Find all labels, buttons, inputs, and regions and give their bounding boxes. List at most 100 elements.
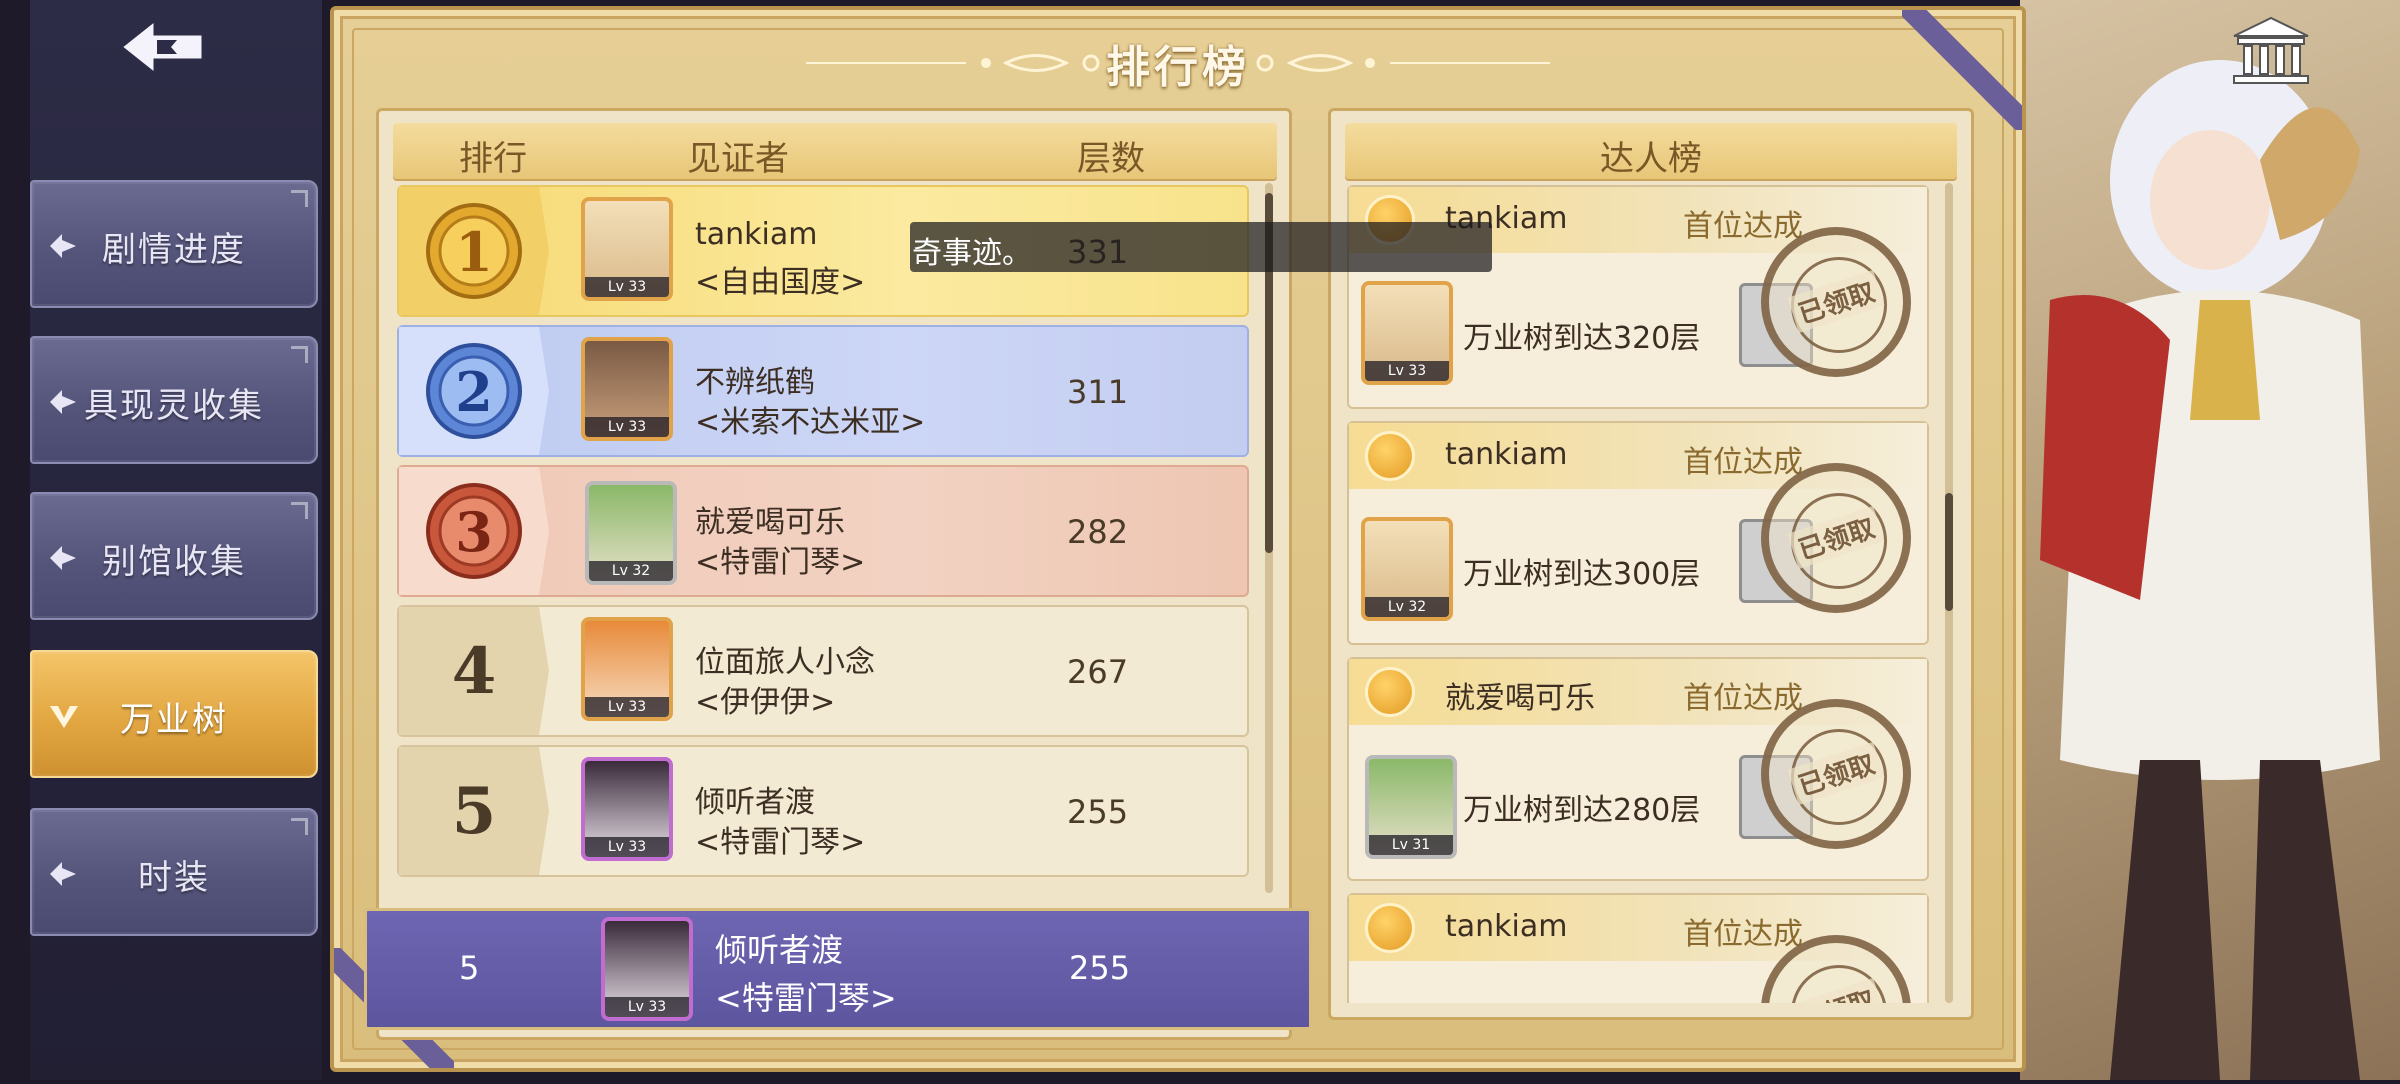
claimed-stamp: 已领取	[1761, 227, 1911, 377]
scrollbar-thumb[interactable]	[1945, 493, 1953, 611]
avatar-level: Lv 33	[1365, 361, 1449, 381]
avatar[interactable]: Lv 33	[581, 757, 673, 861]
nav-item-world-tree[interactable]: 万业树	[30, 650, 318, 778]
nav-label: 剧情进度	[102, 230, 246, 270]
nav-label: 具现灵收集	[84, 386, 264, 426]
claimed-stamp: 已领取	[1761, 699, 1911, 849]
corner-ornament	[291, 190, 308, 207]
avatar[interactable]: Lv 32	[585, 481, 677, 585]
first-achieved-label: 首位达成	[1683, 917, 1803, 952]
first-achieved-label: 首位达成	[1683, 209, 1803, 244]
back-arrow-icon	[118, 16, 205, 78]
player-name: 位面旅人小念	[695, 645, 875, 680]
search-icon[interactable]	[1365, 903, 1415, 953]
player-name: tankiam	[695, 217, 818, 252]
achiever-name: tankiam	[1445, 909, 1568, 944]
achievers-header: 达人榜	[1345, 123, 1957, 179]
header-floors: 层数	[1077, 139, 1145, 179]
achievers-title: 达人榜	[1600, 139, 1702, 179]
player-floors: 267	[1067, 653, 1129, 691]
bronze-medal-icon: 3	[426, 483, 522, 579]
svg-text:2: 2	[455, 360, 493, 424]
stamp-text: 已领取	[1787, 741, 1885, 806]
avatar[interactable]: Lv 33	[581, 337, 673, 441]
page-title: 排行榜	[1106, 42, 1250, 93]
achievement-text: 万业树到达320层	[1463, 321, 1701, 356]
avatar-level: Lv 33	[585, 697, 669, 717]
rank-badge: 5	[399, 747, 549, 875]
corner-ornament	[291, 818, 308, 835]
achiever-name: 就爱喝可乐	[1445, 681, 1595, 716]
nav-item-annex-collection[interactable]: 别馆收集	[30, 492, 318, 620]
search-icon[interactable]	[1365, 667, 1415, 717]
avatar-level: Lv 33	[585, 837, 669, 857]
player-floors: 311	[1067, 373, 1129, 411]
avatar-level: Lv 32	[589, 561, 673, 581]
search-icon[interactable]	[1365, 431, 1415, 481]
nav-item-story-progress[interactable]: 剧情进度	[30, 180, 318, 308]
svg-text:1: 1	[455, 220, 493, 284]
achiever-name: tankiam	[1445, 437, 1568, 472]
nav-item-spirit-collection[interactable]: 具现灵收集	[30, 336, 318, 464]
stamp-text: 已领取	[1787, 977, 1885, 1003]
tooltip-text: 奇事迹。	[912, 236, 1032, 271]
character-art-background	[2020, 0, 2400, 1080]
achievement-card[interactable]: tankiam 首位达成 已领取	[1347, 893, 1929, 1003]
my-guild: <特雷门琴>	[715, 979, 897, 1017]
my-rank-row: 5 Lv 33 倾听者渡 <特雷门琴> 255	[364, 908, 1312, 1030]
corner-ornament	[291, 346, 308, 363]
character-illustration	[2040, 60, 2380, 1080]
avatar[interactable]: Lv 31	[1365, 755, 1457, 859]
table-row[interactable]: 3 Lv 32 就爱喝可乐 <特雷门琴> 282	[397, 465, 1249, 597]
achievement-card[interactable]: 就爱喝可乐 首位达成 Lv 31 万业树到达280层 已领取	[1347, 657, 1929, 881]
nav-item-costume[interactable]: 时装	[30, 808, 318, 936]
nav-label: 时装	[138, 858, 210, 898]
svg-text:3: 3	[455, 500, 493, 564]
header-rank: 排行	[459, 139, 527, 179]
corner-ornament	[291, 502, 308, 519]
rank-number: 5	[451, 773, 497, 849]
ranking-scrollbar[interactable]	[1265, 183, 1273, 893]
avatar[interactable]: Lv 32	[1361, 517, 1453, 621]
achievement-card[interactable]: tankiam 首位达成 Lv 33 万业树到达320层 已领取	[1347, 185, 1929, 409]
player-name: 倾听者渡	[695, 785, 815, 820]
player-floors: 282	[1067, 513, 1129, 551]
player-name: 就爱喝可乐	[695, 505, 845, 540]
silver-medal-icon: 2	[426, 343, 522, 439]
player-floors: 255	[1067, 793, 1129, 831]
table-row[interactable]: 4 Lv 33 位面旅人小念 <伊伊伊> 267	[397, 605, 1249, 737]
first-achieved-label: 首位达成	[1683, 681, 1803, 716]
stamp-text: 已领取	[1787, 269, 1885, 334]
rank-badge: 1	[399, 187, 549, 315]
nav-label: 万业树	[120, 700, 228, 740]
player-guild: <伊伊伊>	[695, 685, 836, 720]
avatar[interactable]: Lv 33	[601, 917, 693, 1021]
avatar-level: Lv 32	[1365, 597, 1449, 617]
achievers-list[interactable]: tankiam 首位达成 Lv 33 万业树到达320层 已领取 tankiam…	[1347, 185, 1929, 1003]
my-name: 倾听者渡	[715, 931, 844, 969]
back-button[interactable]	[112, 12, 212, 82]
table-row[interactable]: 5 Lv 33 倾听者渡 <特雷门琴> 255	[397, 745, 1249, 877]
table-row[interactable]: 2 Lv 33 不辨纸鹤 <米索不达米亚> 311	[397, 325, 1249, 457]
claimed-stamp: 已领取	[1761, 463, 1911, 613]
museum-button[interactable]	[2228, 14, 2314, 86]
achievers-scrollbar[interactable]	[1945, 183, 1953, 1003]
rank-number: 4	[451, 633, 497, 709]
avatar[interactable]: Lv 33	[1361, 281, 1453, 385]
achievement-text: 万业树到达280层	[1463, 793, 1701, 828]
avatar[interactable]: Lv 33	[581, 617, 673, 721]
avatar-level: Lv 33	[605, 997, 689, 1017]
nav-label: 别馆收集	[102, 542, 246, 582]
rank-badge: 3	[399, 467, 549, 595]
player-guild: <米索不达米亚>	[695, 405, 926, 440]
avatar-level: Lv 31	[1369, 835, 1453, 855]
player-guild: <特雷门琴>	[695, 825, 866, 860]
achievement-card[interactable]: tankiam 首位达成 Lv 32 万业树到达300层 已领取	[1347, 421, 1929, 645]
ranking-list[interactable]: 1 Lv 33 tankiam <自由国度> 331 2 Lv 33 不辨	[397, 185, 1249, 885]
player-guild: <特雷门琴>	[695, 545, 866, 580]
title-bar: 排行榜	[334, 28, 2022, 98]
gold-medal-icon: 1	[426, 203, 522, 299]
avatar-level: Lv 33	[585, 417, 669, 437]
left-nav-panel: 剧情进度 具现灵收集 别馆收集 万业树 时装	[30, 0, 322, 1080]
avatar[interactable]: Lv 33	[581, 197, 673, 301]
